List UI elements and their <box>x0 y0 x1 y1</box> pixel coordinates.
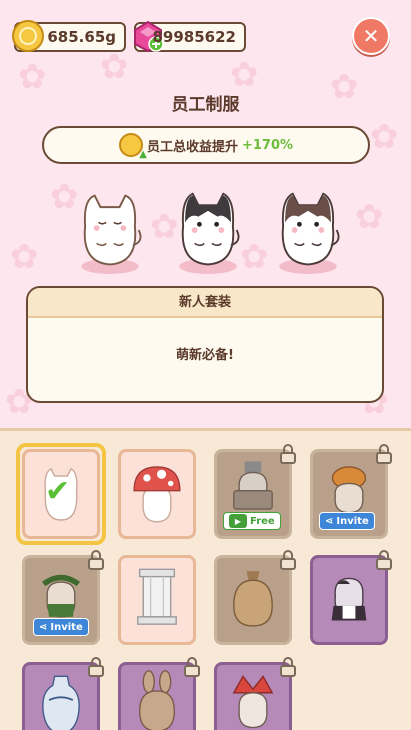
coin-amount: 685.65g <box>47 28 116 46</box>
invite-unlock-button[interactable]: ⋖ Invite <box>319 512 375 530</box>
pillar-cat-icon <box>137 568 177 625</box>
vase-cat-icon <box>42 675 80 730</box>
outfit-card-pumpkin[interactable]: ⋖ Invite <box>310 444 392 539</box>
star-decoration: ✿ <box>370 117 399 157</box>
outfit-card-bunny[interactable] <box>118 657 200 730</box>
free-label: Free <box>250 515 275 527</box>
close-button[interactable]: ✕ <box>352 17 390 55</box>
invite-label: Invite <box>50 621 83 633</box>
gem-counter: 89985622 <box>134 20 246 52</box>
lock-icon <box>375 550 393 570</box>
share-icon: ⋖ <box>325 515 334 527</box>
cat-brown-preview <box>279 192 340 274</box>
jester-cat-icon <box>232 675 274 729</box>
check-icon: ✔ <box>45 474 71 509</box>
outfit-card-sack[interactable] <box>214 550 296 645</box>
star-decoration: ✿ <box>18 57 47 97</box>
coin-icon <box>12 20 44 52</box>
lock-icon <box>279 550 297 570</box>
lock-icon <box>279 444 297 464</box>
outfit-card-maid[interactable] <box>310 550 392 645</box>
star-decoration: ✿ <box>355 197 384 237</box>
outfit-card-vase[interactable] <box>22 657 104 730</box>
outfit-description: 萌新必备! <box>176 348 234 363</box>
bonus-label: 员工总收益提升 <box>146 139 238 155</box>
lock-icon <box>183 657 201 677</box>
lock-icon <box>87 657 105 677</box>
outfit-info-panel: 新人套装 萌新必备! <box>26 286 384 403</box>
lock-icon <box>279 657 297 677</box>
coin-up-icon <box>118 133 147 160</box>
lock-icon <box>87 550 105 570</box>
close-icon: ✕ <box>362 24 380 48</box>
video-play-icon: ▶ <box>229 514 247 528</box>
invite-unlock-button[interactable]: ⋖ Invite <box>33 618 89 636</box>
outfit-card-cart[interactable]: ▶ Free <box>214 444 296 539</box>
star-decoration: ✿ <box>10 237 39 277</box>
coin-counter: 685.65g <box>12 20 126 52</box>
outfit-card-newbie[interactable]: ✔ <box>22 449 100 539</box>
invite-label: Invite <box>336 515 369 527</box>
star-decoration: ✿ <box>240 237 269 277</box>
bunny-cat-icon <box>138 670 176 730</box>
outfit-name: 新人套装 <box>28 288 382 318</box>
gem-amount: 89985622 <box>152 28 237 46</box>
sack-cat-icon <box>233 571 273 627</box>
outfit-card-jester[interactable] <box>214 657 296 730</box>
page-title: 员工制服 <box>171 95 240 115</box>
cat-white-preview <box>81 194 142 274</box>
outfit-card-pillar[interactable] <box>118 555 196 645</box>
lock-icon <box>375 444 393 464</box>
star-decoration: ✿ <box>100 47 129 87</box>
star-decoration: ✿ <box>230 55 259 95</box>
free-unlock-button[interactable]: ▶ Free <box>223 512 281 530</box>
maid-cat-icon <box>331 577 367 621</box>
share-icon: ⋖ <box>39 621 48 633</box>
outfit-card-wreath[interactable]: ⋖ Invite <box>22 550 104 645</box>
mushroom-cat-icon <box>133 466 181 523</box>
cat-husky-preview <box>179 192 240 274</box>
outfit-card-mushroom[interactable] <box>118 449 196 539</box>
bonus-value: +170% <box>241 137 294 153</box>
income-bonus-bar: 员工总收益提升 +170% <box>42 126 370 164</box>
